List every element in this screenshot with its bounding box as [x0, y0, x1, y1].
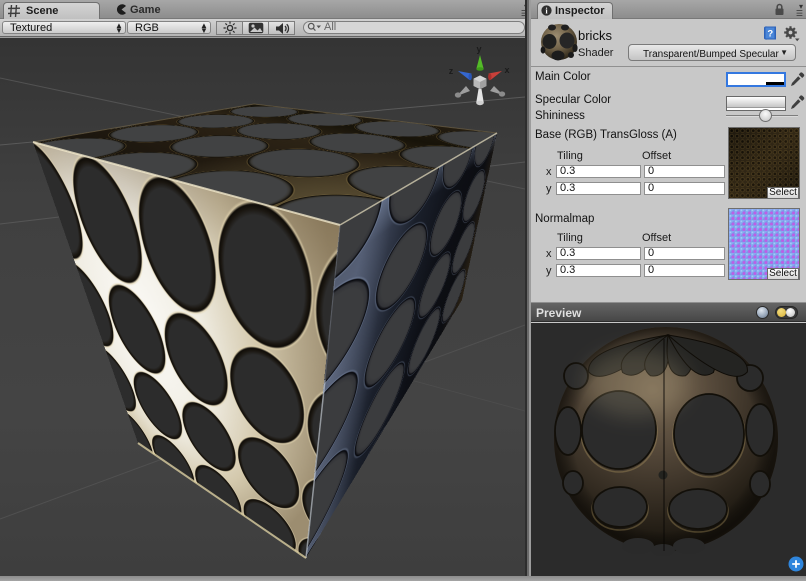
svg-text:y: y [476, 44, 481, 54]
svg-text:?: ? [767, 29, 773, 40]
svg-text:z: z [449, 66, 454, 76]
svg-text:x: x [504, 65, 509, 75]
